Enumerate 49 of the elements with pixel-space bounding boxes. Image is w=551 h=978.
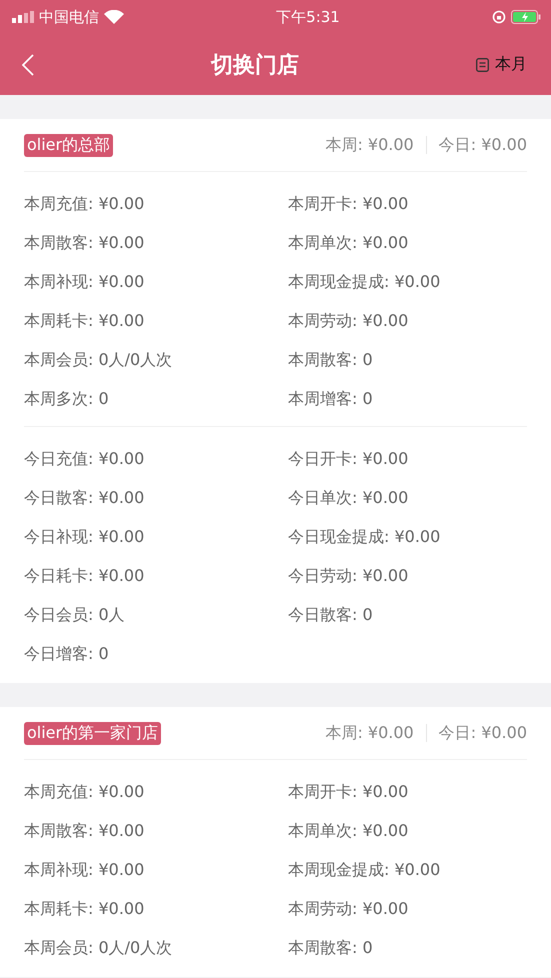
stat-item: 本周劳动: ¥0.00	[288, 898, 410, 920]
week-total: 本周: ¥0.00	[325, 134, 414, 156]
stat-item: 本周散客: ¥0.00	[24, 232, 146, 254]
wifi-icon	[104, 10, 124, 24]
store-name[interactable]: olier的总部	[24, 134, 114, 156]
store-name[interactable]: olier的第一家门店	[24, 722, 162, 744]
stat-item: 今日现金提成: ¥0.00	[288, 526, 442, 548]
stat-item: 本周散客: 0	[288, 937, 374, 959]
back-icon[interactable]	[22, 54, 34, 76]
stat-item: 本周耗卡: ¥0.00	[24, 310, 146, 332]
stat-item: 今日耗卡: ¥0.00	[24, 565, 146, 587]
stat-item: 本周多次: 0	[24, 388, 110, 410]
calendar-icon	[476, 58, 489, 72]
stat-item: 今日增客: 0	[24, 643, 110, 665]
stat-item: 本周单次: ¥0.00	[288, 820, 410, 842]
stat-item: 本周开卡: ¥0.00	[288, 781, 410, 803]
stat-item: 今日补现: ¥0.00	[24, 526, 146, 548]
page-title: 切换门店	[211, 52, 299, 80]
stat-item: 本周耗卡: ¥0.00	[24, 898, 146, 920]
period-button[interactable]: 本月	[476, 54, 527, 75]
stat-item: 本周散客: 0	[288, 349, 374, 371]
stat-item: 本周会员: 0人/0人次	[24, 349, 174, 371]
rotation-lock-icon	[492, 10, 506, 24]
stat-item: 本周单次: ¥0.00	[288, 232, 410, 254]
stat-item: 本周充值: ¥0.00	[24, 193, 146, 215]
signal-icon	[12, 11, 34, 23]
stat-item: 今日会员: 0人	[24, 604, 126, 626]
stat-item: 今日充值: ¥0.00	[24, 448, 146, 470]
stat-item: 本周开卡: ¥0.00	[288, 193, 410, 215]
stat-item: 今日劳动: ¥0.00	[288, 565, 410, 587]
status-time: 下午5:31	[276, 8, 340, 26]
stat-item: 今日散客: 0	[288, 604, 374, 626]
today-total: 今日: ¥0.00	[438, 722, 527, 744]
stat-item: 本周劳动: ¥0.00	[288, 310, 410, 332]
carrier-name: 中国电信	[39, 8, 99, 26]
week-total: 本周: ¥0.00	[325, 722, 414, 744]
stat-item: 本周现金提成: ¥0.00	[288, 859, 442, 881]
stat-item: 今日单次: ¥0.00	[288, 487, 410, 509]
today-total: 今日: ¥0.00	[438, 134, 527, 156]
stat-item: 本周补现: ¥0.00	[24, 859, 146, 881]
stat-item: 今日散客: ¥0.00	[24, 487, 146, 509]
stat-item: 今日开卡: ¥0.00	[288, 448, 410, 470]
stat-item: 本周增客: 0	[288, 388, 374, 410]
stat-item: 本周补现: ¥0.00	[24, 271, 146, 293]
stat-item: 本周充值: ¥0.00	[24, 781, 146, 803]
stat-item: 本周散客: ¥0.00	[24, 820, 146, 842]
stat-item: 本周会员: 0人/0人次	[24, 937, 174, 959]
stat-item: 本周现金提成: ¥0.00	[288, 271, 442, 293]
battery-icon	[511, 10, 541, 24]
